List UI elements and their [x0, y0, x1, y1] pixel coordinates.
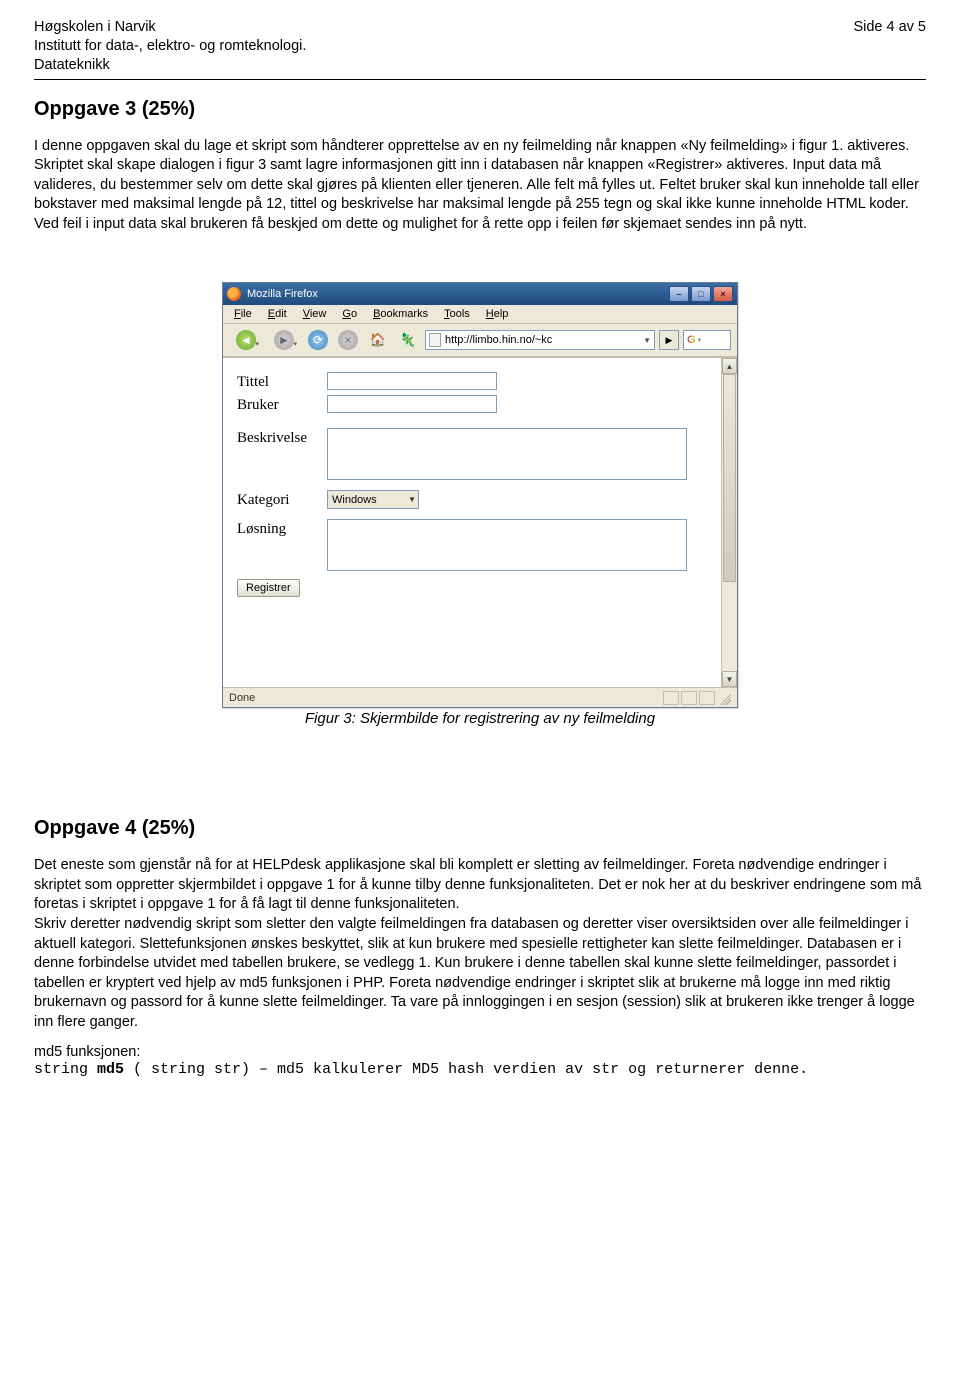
google-icon: G — [687, 334, 696, 346]
task3-body: I denne oppgaven skal du lage et skript … — [34, 137, 926, 235]
search-dropdown-icon[interactable]: ▾ — [698, 336, 702, 344]
losning-textarea[interactable] — [327, 519, 687, 571]
firefox-icon — [227, 287, 241, 301]
header-institution: Høgskolen i Narvik — [34, 18, 833, 37]
browser-content: Tittel Bruker Beskrivelse Kategori — [223, 357, 737, 687]
scroll-down-button[interactable]: ▼ — [722, 671, 737, 687]
losning-label: Løsning — [237, 519, 327, 538]
menu-file[interactable]: File — [227, 307, 259, 321]
kategori-select[interactable]: Windows ▼ — [327, 490, 419, 509]
status-segment — [681, 691, 697, 705]
menu-bookmarks[interactable]: Bookmarks — [366, 307, 435, 321]
address-bar-dropdown-icon[interactable]: ▼ — [643, 336, 651, 345]
nav-stop-button[interactable]: × — [335, 328, 361, 352]
address-bar-text: http://limbo.hin.no/~kc — [445, 334, 639, 346]
kategori-label: Kategori — [237, 490, 327, 509]
registrer-button[interactable]: Registrer — [237, 579, 300, 597]
search-box[interactable]: G ▾ — [683, 330, 731, 350]
beskrivelse-textarea[interactable] — [327, 428, 687, 480]
beskrivelse-label: Beskrivelse — [237, 428, 327, 447]
menu-edit[interactable]: Edit — [261, 307, 294, 321]
header-program: Datateknikk — [34, 56, 833, 75]
figure3-caption: Figur 3: Skjermbilde for registrering av… — [34, 710, 926, 727]
menu-view-label: iew — [310, 308, 327, 320]
chevron-down-icon: ▼ — [408, 495, 416, 504]
kategori-selected-value: Windows — [332, 494, 377, 506]
home-icon: 🏠 — [369, 331, 387, 349]
menu-help[interactable]: Help — [479, 307, 516, 321]
go-button[interactable]: ▶ — [659, 330, 679, 350]
nav-forward-button[interactable]: ► — [267, 328, 301, 352]
window-titlebar: Mozilla Firefox – □ × — [223, 283, 737, 305]
header-department: Institutt for data-, elektro- og romtekn… — [34, 37, 833, 56]
resize-grip-icon[interactable] — [717, 691, 731, 705]
statusbar: Done — [223, 687, 737, 707]
scroll-up-button[interactable]: ▲ — [722, 358, 737, 374]
md5-signature: string md5 ( string str) – md5 kalkulere… — [34, 1060, 926, 1080]
menu-tools[interactable]: Tools — [437, 307, 477, 321]
window-minimize-button[interactable]: – — [669, 286, 689, 302]
window-maximize-button[interactable]: □ — [691, 286, 711, 302]
window-close-button[interactable]: × — [713, 286, 733, 302]
page-header: Høgskolen i Narvik Institutt for data-, … — [34, 18, 926, 75]
status-segment — [663, 691, 679, 705]
header-page-number: Side 4 av 5 — [833, 18, 926, 37]
page-icon — [429, 333, 441, 347]
menu-bookmarks-label: ookmarks — [380, 308, 428, 320]
figure3-browser-window: Mozilla Firefox – □ × File Edit View Go … — [222, 282, 738, 708]
menu-file-label: ile — [241, 308, 252, 320]
menu-tools-label: ools — [450, 308, 470, 320]
status-segment — [699, 691, 715, 705]
menu-edit-label: dit — [275, 308, 287, 320]
menu-go-label: o — [351, 308, 357, 320]
window-title: Mozilla Firefox — [247, 288, 669, 300]
nav-home-button[interactable]: 🏠 — [365, 328, 391, 352]
nav-throbber: 🦎 — [395, 328, 421, 352]
bruker-label: Bruker — [237, 395, 327, 414]
bruker-input[interactable] — [327, 395, 497, 413]
task4-body: Det eneste som gjenstår nå for at HELPde… — [34, 856, 926, 1032]
tittel-input[interactable] — [327, 372, 497, 390]
menubar: File Edit View Go Bookmarks Tools Help — [223, 305, 737, 324]
scroll-thumb[interactable] — [723, 374, 736, 582]
menu-view[interactable]: View — [296, 307, 334, 321]
address-bar[interactable]: http://limbo.hin.no/~kc ▼ — [425, 330, 655, 350]
nav-back-button[interactable]: ◄ — [229, 328, 263, 352]
toolbar: ◄ ► ⟳ × 🏠 🦎 http://limbo.hin.no/~kc ▼ ▶ … — [223, 324, 737, 357]
vertical-scrollbar[interactable]: ▲ ▼ — [721, 358, 737, 687]
menu-go[interactable]: Go — [335, 307, 364, 321]
throbber-icon: 🦎 — [399, 331, 417, 349]
nav-reload-button[interactable]: ⟳ — [305, 328, 331, 352]
status-text: Done — [229, 692, 255, 704]
scroll-track[interactable] — [722, 374, 737, 671]
md5-heading: md5 funksjonen: — [34, 1044, 926, 1060]
header-divider — [34, 79, 926, 80]
task3-title: Oppgave 3 (25%) — [34, 98, 926, 121]
tittel-label: Tittel — [237, 372, 327, 391]
task4-title: Oppgave 4 (25%) — [34, 817, 926, 840]
menu-help-label: elp — [494, 308, 509, 320]
